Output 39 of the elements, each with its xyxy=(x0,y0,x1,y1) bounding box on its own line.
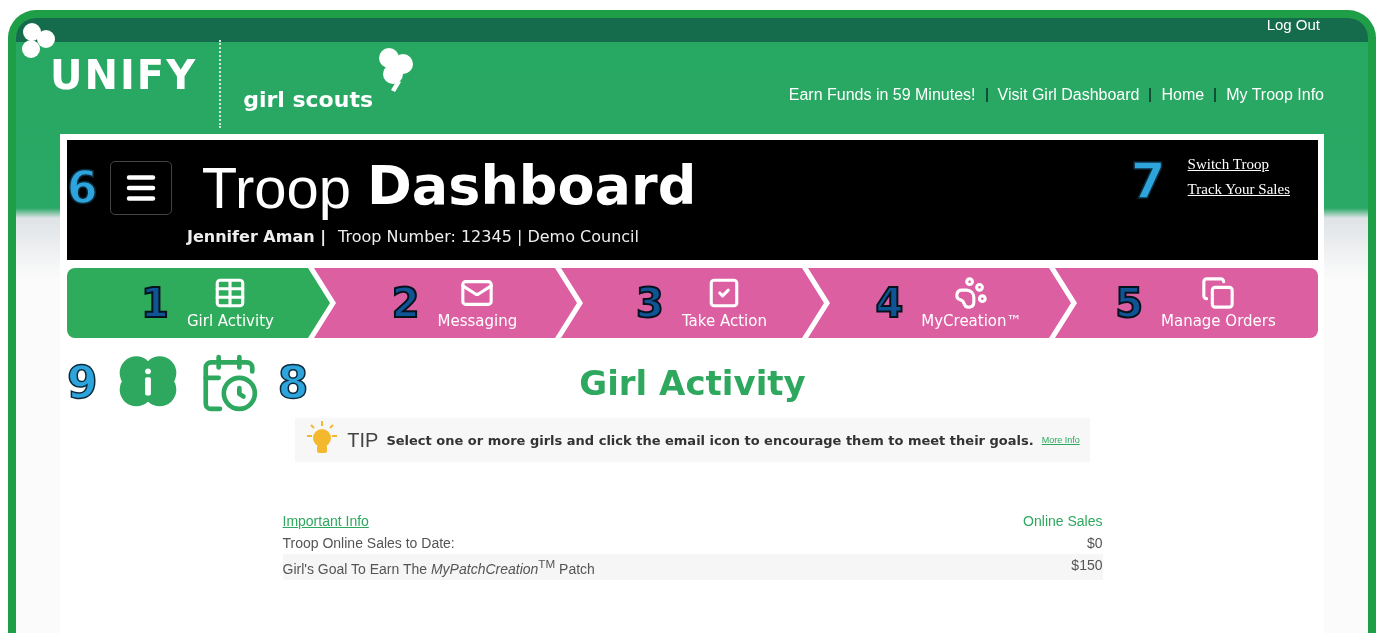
row-value: $150 xyxy=(1071,557,1103,575)
callout-number: 9 xyxy=(67,361,98,405)
nav-link[interactable]: Home xyxy=(1161,86,1205,104)
step-tab[interactable]: 2 Messaging xyxy=(314,268,577,338)
brand-name: girl scouts xyxy=(243,87,373,112)
troop-details: Troop Number: 12345 | Demo Council xyxy=(338,227,639,246)
step-tab[interactable]: 4 MyCreation™ xyxy=(808,268,1071,338)
user-name: Jennifer Aman | xyxy=(187,227,326,246)
nav-link[interactable]: My Troop Info xyxy=(1226,86,1324,104)
step-tab[interactable]: 3 Take Action xyxy=(561,268,824,338)
callout-number: 5 xyxy=(1115,283,1143,323)
callout-number: 4 xyxy=(875,283,904,323)
more-info-link[interactable]: More Info xyxy=(1041,435,1080,445)
step-icon xyxy=(1201,276,1236,310)
row-label: Troop Online Sales to Date: xyxy=(282,535,455,551)
logout-link[interactable]: Log Out xyxy=(1266,18,1320,42)
row-value: $0 xyxy=(1086,535,1103,551)
callout-number: 1 xyxy=(141,283,169,323)
callout-number: 3 xyxy=(636,283,664,323)
step-icon xyxy=(954,276,989,310)
important-info-link[interactable]: Important Info xyxy=(282,513,369,529)
unify-logo: UNIFY xyxy=(50,52,198,98)
tip-text: Select one or more girls and click the email icon to encourage them to meet their goals. xyxy=(386,432,1034,448)
nav-link[interactable]: Visit Girl Dashboard xyxy=(997,86,1140,104)
tip-label: TIP xyxy=(347,428,379,452)
troop-link[interactable]: Switch Troop xyxy=(1187,156,1290,173)
column-header: Online Sales xyxy=(1023,513,1103,529)
menu-button[interactable] xyxy=(109,160,172,215)
callout-number: 8 xyxy=(277,361,309,405)
dashboard-title: Troop Dashboard xyxy=(201,154,697,221)
step-tab[interactable]: 5 Manage Orders xyxy=(1055,268,1318,338)
troop-link[interactable]: Track Your Sales xyxy=(1187,181,1290,198)
callout-number: 6 xyxy=(67,165,98,210)
callout-number: 2 xyxy=(391,283,420,323)
page-title: Girl Activity xyxy=(579,363,806,403)
row-label: Girl's Goal To Earn The MyPatchCreation$^{TM}$ Patch xyxy=(282,557,595,577)
callout-number: 7 xyxy=(1130,156,1166,206)
step-tab[interactable]: 1 Girl Activity xyxy=(67,268,330,338)
nav-link[interactable]: Earn Funds in 59 Minutes! xyxy=(788,86,976,104)
